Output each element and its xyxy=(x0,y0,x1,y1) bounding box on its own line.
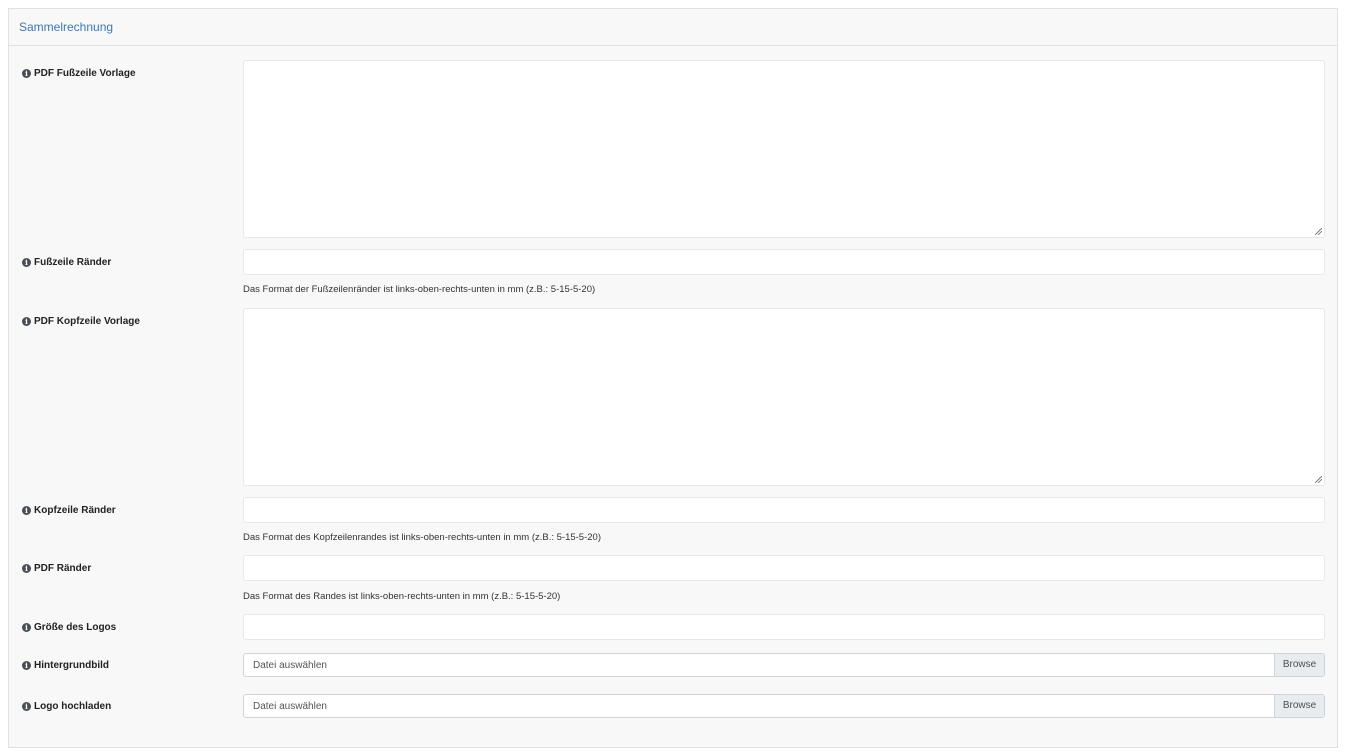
background-image-placeholder: Datei auswählen xyxy=(253,660,327,671)
background-image-browse-button[interactable]: Browse xyxy=(1274,654,1324,676)
logo-upload-placeholder: Datei auswählen xyxy=(253,701,327,712)
pdf-header-template-label: i PDF Kopfzeile Vorlage xyxy=(22,316,140,327)
pdf-header-template-label-text: PDF Kopfzeile Vorlage xyxy=(34,316,140,327)
info-circle-icon[interactable]: i xyxy=(22,69,31,78)
info-circle-icon[interactable]: i xyxy=(22,258,31,267)
logo-upload-file-input[interactable]: Datei auswählen Browse xyxy=(243,694,1325,718)
panel-title: Sammelrechnung xyxy=(19,20,114,34)
pdf-margins-help: Das Format des Randes ist links-oben-rec… xyxy=(243,591,561,602)
footer-margins-label-text: Fußzeile Ränder xyxy=(34,257,112,268)
settings-panel: Sammelrechnung i PDF Fußzeile Vorlage i … xyxy=(8,8,1338,748)
info-circle-icon[interactable]: i xyxy=(22,506,31,515)
pdf-footer-template-label-text: PDF Fußzeile Vorlage xyxy=(34,68,136,79)
header-margins-label: i Kopfzeile Ränder xyxy=(22,505,116,516)
background-image-file-input[interactable]: Datei auswählen Browse xyxy=(243,653,1325,677)
info-circle-icon[interactable]: i xyxy=(22,564,31,573)
logo-upload-label-text: Logo hochladen xyxy=(34,701,112,712)
logo-size-label: i Größe des Logos xyxy=(22,622,116,633)
logo-upload-label: i Logo hochladen xyxy=(22,701,111,712)
pdf-margins-label-text: PDF Ränder xyxy=(34,563,92,574)
header-margins-label-text: Kopfzeile Ränder xyxy=(34,505,116,516)
resize-handle-icon[interactable] xyxy=(1315,228,1322,235)
resize-handle-icon[interactable] xyxy=(1315,476,1322,483)
info-circle-icon[interactable]: i xyxy=(22,702,31,711)
header-margins-help: Das Format des Kopfzeilenrandes ist link… xyxy=(243,532,601,543)
pdf-margins-label: i PDF Ränder xyxy=(22,563,91,574)
logo-size-input[interactable] xyxy=(243,614,1325,640)
pdf-footer-template-textarea[interactable] xyxy=(243,60,1325,238)
info-circle-icon[interactable]: i xyxy=(22,623,31,632)
panel-header: Sammelrechnung xyxy=(9,9,1337,46)
logo-upload-browse-button[interactable]: Browse xyxy=(1274,695,1324,717)
header-margins-input[interactable] xyxy=(243,497,1325,523)
background-image-label: i Hintergrundbild xyxy=(22,660,109,671)
pdf-header-template-textarea[interactable] xyxy=(243,308,1325,486)
logo-size-label-text: Größe des Logos xyxy=(34,622,117,633)
pdf-footer-template-label: i PDF Fußzeile Vorlage xyxy=(22,68,136,79)
footer-margins-help: Das Format der Fußzeilenränder ist links… xyxy=(243,284,596,295)
info-circle-icon[interactable]: i xyxy=(22,661,31,670)
background-image-label-text: Hintergrundbild xyxy=(34,660,109,671)
footer-margins-input[interactable] xyxy=(243,249,1325,275)
pdf-margins-input[interactable] xyxy=(243,555,1325,581)
footer-margins-label: i Fußzeile Ränder xyxy=(22,257,111,268)
info-circle-icon[interactable]: i xyxy=(22,317,31,326)
